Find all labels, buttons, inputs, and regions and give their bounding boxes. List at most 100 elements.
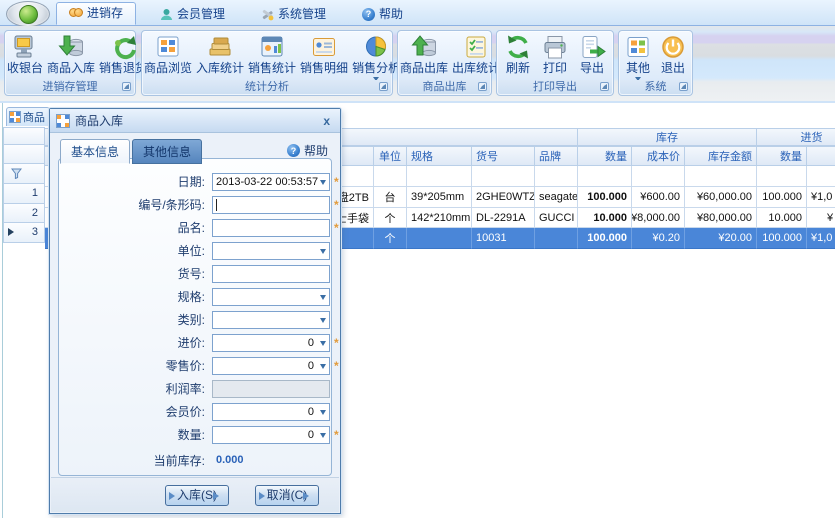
basic-info-panel: 日期: 2013-03-22 00:53:57 * 编号/条形码: * 品名: … [58, 158, 332, 476]
band-purchase[interactable]: 进货 [757, 128, 835, 146]
power-icon [659, 34, 687, 61]
pie-chart-icon [362, 34, 390, 61]
chevron-down-icon [320, 364, 326, 372]
row-selector-3-current[interactable]: 3 [3, 222, 45, 243]
filter-cell[interactable] [685, 166, 757, 187]
goods-stock-in-button[interactable]: 商品入库 [45, 33, 97, 76]
retail-price-spinner[interactable]: 0 [212, 357, 330, 375]
column-header-unit[interactable]: 单位 [374, 146, 407, 166]
stock-out-stats-button[interactable]: 出库统计 [450, 33, 502, 76]
filter-cell[interactable] [632, 166, 685, 187]
application-orb-button[interactable] [6, 1, 50, 27]
ribbon-group-system: 其他 退出 系统 [618, 30, 693, 96]
close-icon[interactable]: x [319, 114, 334, 128]
grid-row-header-column: 1 2 3 [3, 128, 45, 243]
other-button[interactable]: 其他 [622, 33, 654, 85]
goods-stock-out-button[interactable]: 商品出库 [398, 33, 450, 76]
band-stock[interactable]: 库存 [578, 128, 757, 146]
column-header-extra[interactable] [807, 146, 835, 166]
field-label: 进价: [59, 334, 212, 351]
column-header-spec[interactable]: 规格 [407, 146, 472, 166]
print-button[interactable]: 打印 [539, 33, 571, 76]
ribbon-group-psi-management: 收银台 商品入库 销售退货 进销存管理 [4, 30, 136, 96]
ribbon-tab-help[interactable]: ? 帮助 [350, 4, 415, 25]
tab-other-info[interactable]: 其他信息 [132, 139, 202, 164]
row-selector-1[interactable]: 1 [3, 183, 45, 204]
help-icon: ? [362, 8, 375, 21]
text-caret [216, 199, 217, 211]
goods-browse-button[interactable]: 商品浏览 [142, 33, 194, 76]
dialog-launcher-icon[interactable] [478, 82, 487, 91]
purchase-price-spinner[interactable]: 0 [212, 334, 330, 352]
sales-detail-button[interactable]: 销售明细 [298, 33, 350, 76]
orb-globe-icon [19, 5, 38, 24]
column-header-brand[interactable]: 品牌 [535, 146, 578, 166]
field-label: 会员价: [59, 403, 212, 420]
help-link[interactable]: ? 帮助 [287, 142, 328, 159]
column-header-amount[interactable]: 库存金额 [685, 146, 757, 166]
category-combo[interactable] [212, 311, 330, 329]
quantity-spinner[interactable]: 0 [212, 426, 330, 444]
column-header-qty[interactable]: 数量 [578, 146, 632, 166]
group-caption: 商品出库 [423, 81, 467, 93]
sales-analysis-button[interactable]: 销售分析 [350, 33, 402, 85]
field-row-quantity: 数量: 0 * [59, 423, 331, 446]
required-marker: * [334, 359, 339, 373]
app-window: { "colors": { "accent_text": "#15428b", … [0, 0, 835, 518]
member-price-spinner[interactable]: 0 [212, 403, 330, 421]
document-tab-goods[interactable]: 商品 [6, 107, 50, 126]
dialog-title-bar[interactable]: 商品入库 x [50, 109, 340, 133]
ribbon-tab-purchase-sale-inventory[interactable]: 进销存 [56, 2, 136, 25]
member-icon [160, 8, 173, 21]
ribbon-tab-members[interactable]: 会员管理 [148, 4, 237, 25]
filter-funnel-icon [11, 168, 22, 179]
filter-cell[interactable] [374, 166, 407, 187]
field-label: 类别: [59, 311, 212, 328]
row-header-corner[interactable] [3, 127, 45, 145]
filter-cell[interactable] [407, 166, 472, 187]
books-stack-icon [206, 34, 234, 61]
ribbon-tab-system[interactable]: 系统管理 [249, 4, 338, 25]
dialog-footer: 入库(S) 取消(C) [51, 477, 339, 512]
date-combo[interactable]: 2013-03-22 00:53:57 [212, 173, 330, 191]
filter-cell[interactable] [757, 166, 807, 187]
field-label: 日期: [59, 173, 212, 190]
filter-cell[interactable] [807, 166, 835, 187]
dialog-launcher-icon[interactable] [679, 82, 688, 91]
exit-button[interactable]: 退出 [657, 33, 689, 76]
stock-in-stats-button[interactable]: 入库统计 [194, 33, 246, 76]
barcode-input[interactable] [212, 196, 330, 214]
filter-cell[interactable] [472, 166, 535, 187]
field-row-category: 类别: [59, 308, 331, 331]
item-code-input[interactable] [212, 265, 330, 283]
refresh-button[interactable]: 刷新 [502, 33, 534, 76]
column-header-cost[interactable]: 成本价 [632, 146, 685, 166]
cashier-button[interactable]: 收银台 [5, 33, 45, 76]
filter-cell[interactable] [578, 166, 632, 187]
product-name-input[interactable] [212, 219, 330, 237]
dialog-launcher-icon[interactable] [122, 82, 131, 91]
row-header-corner[interactable] [3, 144, 45, 164]
current-stock-value: 0.000 [212, 454, 244, 466]
export-button[interactable]: 导出 [576, 33, 608, 76]
chevron-down-icon [320, 249, 326, 257]
stock-in-confirm-button[interactable]: 入库(S) [165, 485, 229, 506]
row-selector-2[interactable]: 2 [3, 203, 45, 223]
filter-cell[interactable] [535, 166, 578, 187]
cancel-button[interactable]: 取消(C) [255, 485, 319, 506]
dialog-launcher-icon[interactable] [379, 82, 388, 91]
dialog-launcher-icon[interactable] [600, 82, 609, 91]
field-label: 单位: [59, 242, 212, 259]
field-label: 品名: [59, 219, 212, 236]
tab-basic-info[interactable]: 基本信息 [60, 139, 130, 164]
spec-combo[interactable] [212, 288, 330, 306]
column-header-qty2[interactable]: 数量 [757, 146, 807, 166]
filter-row-header[interactable] [3, 163, 45, 184]
field-label: 货号: [59, 265, 212, 282]
unit-combo[interactable] [212, 242, 330, 260]
grid-browse-icon [154, 34, 182, 61]
sales-stats-button[interactable]: 销售统计 [246, 33, 298, 76]
required-marker: * [334, 221, 339, 235]
tools-icon [261, 8, 274, 21]
column-header-code[interactable]: 货号 [472, 146, 535, 166]
